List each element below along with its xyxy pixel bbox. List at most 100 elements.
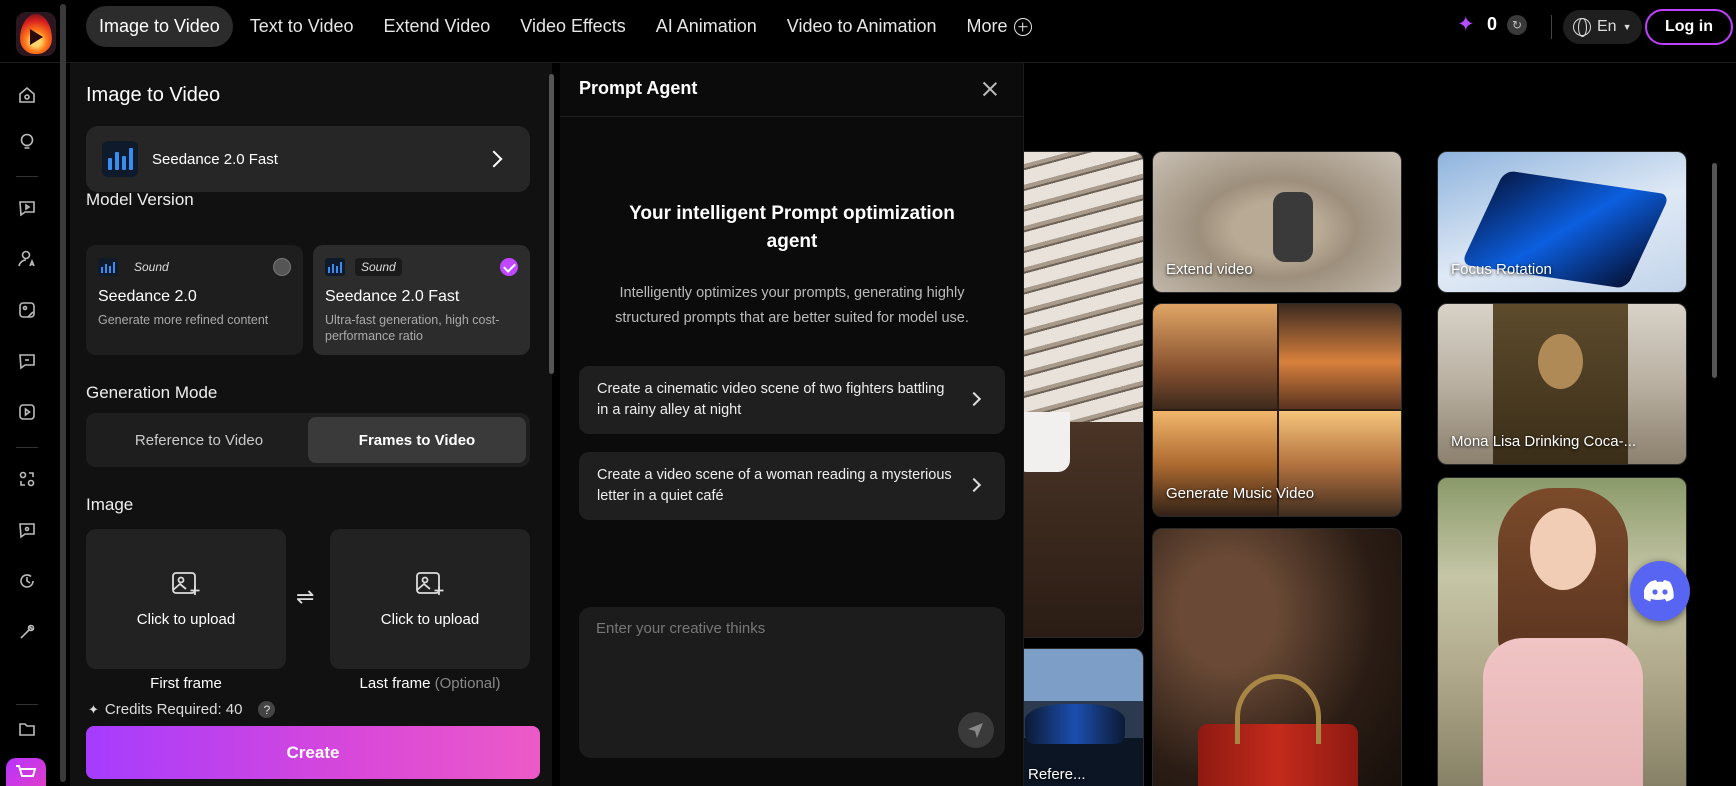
dress-image <box>1483 638 1643 786</box>
help-icon[interactable]: ? <box>258 701 276 718</box>
last-frame-caption: Last frame (Optional) <box>330 675 530 692</box>
handbag-handle-image <box>1235 674 1321 744</box>
chat-bubble-icon[interactable] <box>15 518 39 542</box>
mode-reference-to-video[interactable]: Reference to Video <box>90 417 308 463</box>
gallery-card-music-video[interactable]: Generate Music Video <box>1152 303 1402 517</box>
first-frame-upload[interactable]: Click to upload <box>86 529 286 669</box>
rail-divider <box>16 176 38 177</box>
generation-mode-label: Generation Mode <box>86 383 218 402</box>
credit-count: 0 <box>1487 14 1498 34</box>
singer-image <box>1153 304 1277 409</box>
chevron-right-icon <box>485 150 503 168</box>
face-image <box>1530 508 1596 590</box>
nav-video-effects[interactable]: Video Effects <box>507 6 638 47</box>
message-video-icon[interactable] <box>15 349 39 373</box>
credits-required-text: Credits Required: 40 <box>104 701 243 718</box>
rail-scrollbar[interactable] <box>60 4 66 782</box>
seedance-logo-icon <box>102 141 138 177</box>
chevron-right-icon <box>966 391 982 407</box>
mode-frames-to-video[interactable]: Frames to Video <box>308 417 526 463</box>
create-button[interactable]: Create <box>86 726 540 779</box>
cart-icon[interactable] <box>6 758 46 786</box>
image-label: Image <box>86 495 134 514</box>
card-label: Focus Rotation <box>1451 261 1552 278</box>
nav-more[interactable]: More <box>954 6 1045 47</box>
magic-wand-icon[interactable] <box>15 620 39 644</box>
nav-ai-animation[interactable]: AI Animation <box>643 6 770 47</box>
card-label: Generate Music Video <box>1166 485 1315 502</box>
ai-avatar-icon[interactable] <box>15 247 39 271</box>
lightbulb-icon[interactable] <box>15 130 39 154</box>
gallery-card[interactable] <box>1152 528 1402 786</box>
sparkle-icon <box>1457 12 1477 37</box>
version-desc: Ultra-fast generation, high cost-perform… <box>325 313 500 343</box>
suggestion-item[interactable]: Create a video scene of a woman reading … <box>579 452 1005 520</box>
motorcycle-image <box>1273 192 1313 262</box>
card-label: Extend video <box>1166 261 1253 278</box>
history-icon[interactable] <box>15 569 39 593</box>
divider <box>1551 15 1552 39</box>
version-card-seedance-2[interactable]: Sound Seedance 2.0 Generate more refined… <box>86 245 303 355</box>
refresh-credits-icon[interactable]: ↻ <box>1507 14 1528 35</box>
login-button[interactable]: Log in <box>1645 9 1733 45</box>
nav-extend-video[interactable]: Extend Video <box>371 6 504 47</box>
gallery-card[interactable] <box>1024 151 1144 638</box>
video-play-icon[interactable] <box>15 400 39 424</box>
last-frame-label: Last frame <box>359 675 431 692</box>
version-radio[interactable] <box>273 258 291 276</box>
agent-title: Prompt Agent <box>579 78 698 98</box>
video-chat-icon[interactable] <box>15 196 39 220</box>
gallery-scrollbar[interactable] <box>1712 163 1717 378</box>
gallery-card-mona-lisa[interactable]: Mona Lisa Drinking Coca-... <box>1437 303 1687 465</box>
suggestion-item[interactable]: Create a cinematic video scene of two fi… <box>579 366 1005 434</box>
language-selector[interactable]: En ▼ <box>1563 10 1642 44</box>
home-icon[interactable] <box>15 83 39 107</box>
mug-image <box>1024 412 1070 472</box>
prompt-input[interactable] <box>596 620 986 637</box>
panel-scrollbar[interactable] <box>549 74 554 374</box>
main-nav: Image to Video Text to Video Extend Vide… <box>86 6 1045 47</box>
credits-indicator: 0 ↻ <box>1457 12 1528 37</box>
version-radio-checked[interactable] <box>500 258 518 276</box>
face-image <box>1538 334 1583 389</box>
image-upload-icon <box>171 571 201 597</box>
version-desc: Generate more refined content <box>98 313 269 327</box>
swap-frames-icon[interactable]: ⇌ <box>296 584 314 610</box>
image-edit-icon[interactable] <box>15 298 39 322</box>
seedance-logo-icon <box>98 258 118 276</box>
send-button[interactable] <box>958 712 994 748</box>
app-logo[interactable] <box>16 12 56 56</box>
nav-text-to-video[interactable]: Text to Video <box>237 6 367 47</box>
gallery-card[interactable]: Refere... <box>1024 648 1144 786</box>
play-icon <box>30 29 43 45</box>
settings-panel: Image to Video Seedance 2.0 Fast Model V… <box>70 63 552 786</box>
gallery-card-extend-video[interactable]: Extend video <box>1152 151 1402 293</box>
agent-header: Prompt Agent <box>560 63 1024 117</box>
guitarist-image <box>1279 304 1401 409</box>
gallery-card[interactable] <box>1437 477 1687 786</box>
chevron-right-icon <box>966 477 982 493</box>
nav-image-to-video[interactable]: Image to Video <box>86 6 233 47</box>
folder-icon[interactable] <box>15 717 39 741</box>
model-version-label: Model Version <box>86 190 194 209</box>
caret-down-icon: ▼ <box>1622 22 1632 32</box>
rail-divider <box>16 704 38 705</box>
upload-label: Click to upload <box>136 610 236 628</box>
face-swap-icon[interactable] <box>15 467 39 491</box>
agent-heading: Your intelligent Prompt optimization age… <box>629 203 955 252</box>
suggestion-text: Create a video scene of a woman reading … <box>597 467 952 504</box>
credits-required: ✦ Credits Required: 40 ? <box>88 701 276 718</box>
version-name: Seedance 2.0 <box>98 288 197 305</box>
version-card-seedance-2-fast[interactable]: Sound Seedance 2.0 Fast Ultra-fast gener… <box>313 245 530 355</box>
model-selector[interactable]: Seedance 2.0 Fast <box>86 126 530 192</box>
last-frame-upload[interactable]: Click to upload <box>330 529 530 669</box>
close-icon[interactable] <box>981 80 999 98</box>
seedance-logo-icon <box>325 258 345 276</box>
send-icon <box>968 723 983 738</box>
gallery-card-focus-rotation[interactable]: Focus Rotation <box>1437 151 1687 293</box>
agent-subtitle: Intelligently optimizes your prompts, ge… <box>615 285 969 326</box>
panel-title: Image to Video <box>86 84 221 106</box>
discord-button[interactable] <box>1630 561 1690 621</box>
nav-video-to-animation[interactable]: Video to Animation <box>774 6 950 47</box>
first-frame-caption: First frame <box>150 675 222 692</box>
